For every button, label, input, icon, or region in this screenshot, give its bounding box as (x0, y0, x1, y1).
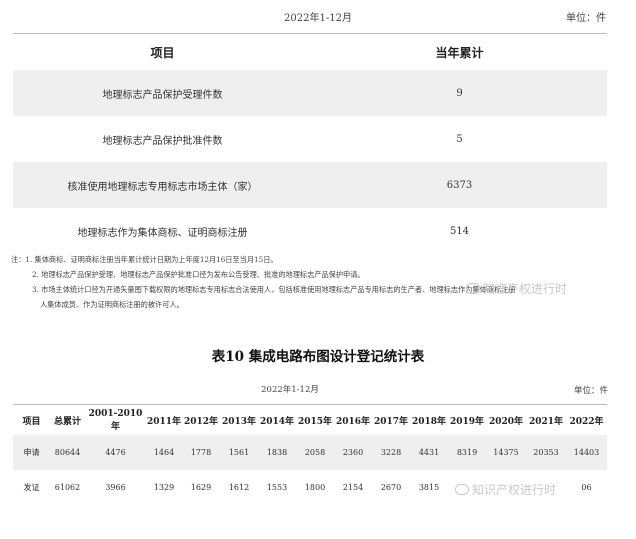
column-header: 总累计 (50, 404, 85, 435)
column-header: 2012年 (182, 404, 220, 435)
unit-label: 单位：件 (566, 13, 606, 24)
report-period: 2022年1-12月 (284, 13, 352, 24)
cell: 1561 (220, 435, 258, 470)
table-header-row: 项目 当年累计 (13, 33, 607, 70)
column-header: 2015年 (296, 404, 334, 435)
row-value: 514 (449, 225, 470, 237)
cell: 06 (581, 483, 592, 492)
column-header: 2021年 (526, 404, 566, 435)
table-header-row: 项目 总累计 2001-2010年 2011年 2012年 2013年 2014… (13, 404, 607, 435)
cell: 2154 (342, 483, 364, 492)
column-header-item: 项目 (13, 33, 312, 70)
row-label: 地理标志产品保护批准件数 (102, 135, 223, 147)
cell: 2360 (334, 435, 372, 470)
row-label: 核准使用地理标志专用标志市场主体（家） (13, 162, 312, 208)
wechat-icon (455, 484, 469, 495)
table-row: 地理标志产品保护批准件数 5 (13, 116, 607, 162)
watermark-text: 知识产权进行时 (472, 483, 557, 497)
cell: 2670 (380, 483, 402, 492)
watermark: 知识产权进行时 (466, 280, 567, 297)
column-header: 2020年 (486, 404, 526, 435)
column-header: 2022年 (566, 404, 607, 435)
cell: 1464 (146, 435, 182, 470)
column-header: 2013年 (220, 404, 258, 435)
cell: 14375 (486, 435, 526, 470)
footnote-3-continued: 人集体成员、作为证明商标注册的被许可人。 (40, 300, 184, 309)
cell: 61062 (54, 483, 81, 492)
row-label: 发证 (23, 483, 40, 492)
cell: 14403 (566, 435, 607, 470)
column-header: 2017年 (372, 404, 410, 435)
cell: 4431 (410, 435, 448, 470)
cell: 80644 (50, 435, 85, 470)
cell: 2058 (296, 435, 334, 470)
column-header: 2016年 (334, 404, 372, 435)
ic-table-title: 表10 集成电路布图设计登记统计表 (211, 349, 425, 365)
row-label: 申请 (13, 435, 50, 470)
footnote-1: 注：1. 集体商标、证明商标注册当年累计统计日期为上年度12月16日至当月15日… (11, 255, 278, 264)
table-row: 地理标志产品保护受理件数 9 (13, 70, 607, 116)
geo-indication-table: 项目 当年累计 地理标志产品保护受理件数 9 地理标志产品保护批准件数 5 核准… (13, 33, 607, 254)
cell: 1553 (266, 483, 288, 492)
cell: 20353 (526, 435, 566, 470)
wechat-icon (466, 283, 480, 294)
row-value: 9 (312, 70, 607, 116)
column-header-cumulative: 当年累计 (312, 33, 607, 70)
cell: 3815 (418, 483, 440, 492)
cell: 4476 (85, 435, 146, 470)
watermark-text: 知识产权进行时 (483, 282, 568, 296)
row-value: 5 (456, 133, 463, 145)
cell: 1629 (190, 483, 212, 492)
watermark: 知识产权进行时 (455, 481, 556, 498)
cell: 1329 (153, 483, 175, 492)
table-row-applications: 申请 80644 4476 1464 1778 1561 1838 2058 2… (13, 435, 607, 470)
column-header: 2001-2010年 (85, 404, 146, 435)
row-value: 6373 (312, 162, 607, 208)
ic-report-period: 2022年1-12月 (261, 385, 319, 395)
cell: 3228 (372, 435, 410, 470)
cell: 1800 (304, 483, 326, 492)
row-label: 地理标志产品保护受理件数 (13, 70, 312, 116)
table-row: 地理标志作为集体商标、证明商标注册 514 (13, 208, 607, 254)
cell: 8319 (448, 435, 486, 470)
table-row: 核准使用地理标志专用标志市场主体（家） 6373 (13, 162, 607, 208)
column-header: 2011年 (146, 404, 182, 435)
cell: 1778 (182, 435, 220, 470)
column-header: 2014年 (258, 404, 296, 435)
column-header: 2019年 (448, 404, 486, 435)
cell: 1838 (258, 435, 296, 470)
row-label: 地理标志作为集体商标、证明商标注册 (77, 227, 248, 239)
cell: 3966 (105, 483, 126, 492)
cell: 1612 (228, 483, 250, 492)
column-header: 2018年 (410, 404, 448, 435)
ic-unit-label: 单位：件 (573, 386, 608, 396)
column-header: 项目 (13, 404, 50, 435)
